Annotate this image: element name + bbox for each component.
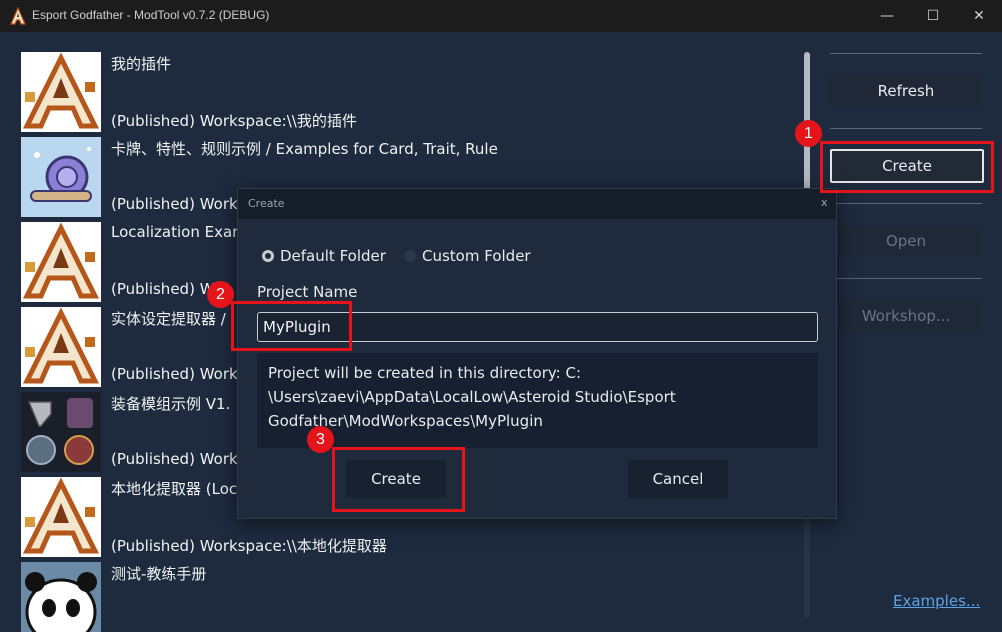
create-dialog: Create x Default Folder Custom Folder Pr… [237,188,837,519]
radio-label: Custom Folder [422,247,531,265]
project-name-label: Project Name [257,283,358,301]
dialog-title: Create [248,197,285,210]
radio-custom-folder[interactable]: Custom Folder [404,247,531,265]
minimize-button[interactable]: — [864,0,910,32]
highlight-box-dialog-create [332,447,465,512]
dialog-cancel-button[interactable]: Cancel [628,460,728,498]
highlight-box-create [820,141,994,193]
item-status: (Published) Work [111,365,238,383]
radio-selected-icon [262,249,274,262]
step-badge-1: 1 [795,120,822,147]
info-line: \Users\zaevi\AppData\LocalLow\Asteroid S… [268,388,676,406]
a-logo-thumbnail [21,52,101,132]
window-title: Esport Godfather - ModTool v0.7.2 (DEBUG… [32,8,270,22]
item-status: (Published) W [111,280,215,298]
item-status: (Published) Work [111,450,238,468]
item-name: 测试-教练手册 [111,565,207,583]
workshop-button[interactable]: Workshop... [830,301,982,331]
examples-link[interactable]: Examples... [893,592,980,610]
app-logo-icon [10,7,26,25]
item-name: Localization Exar [111,223,239,241]
maximize-button[interactable]: ☐ [910,0,956,32]
step-badge-2: 2 [207,281,234,308]
radio-unselected-icon [404,249,416,262]
info-line: Godfather\ModWorkspaces\MyPlugin [268,412,543,430]
separator [830,278,982,279]
snail-thumbnail [21,137,101,217]
step-badge-3: 3 [307,426,334,453]
refresh-button[interactable]: Refresh [830,76,982,106]
separator [830,128,982,129]
radio-default-folder[interactable]: Default Folder [262,247,386,265]
item-name: 卡牌、特性、规则示例 / Examples for Card, Trait, R… [111,140,498,158]
radio-label: Default Folder [280,247,386,265]
equipment-thumbnail [21,392,101,472]
open-button[interactable]: Open [830,226,982,256]
item-status: (Published) Work [111,195,238,213]
a-logo-thumbnail [21,477,101,557]
title-bar: Esport Godfather - ModTool v0.7.2 (DEBUG… [0,0,1002,32]
item-name: 装备模组示例 V1. [111,395,231,413]
item-name: 实体设定提取器 / [111,310,226,328]
close-window-button[interactable]: ✕ [956,0,1002,32]
dialog-close-icon[interactable]: x [821,196,828,209]
item-name: 本地化提取器 (Loc [111,480,238,498]
directory-info: Project will be created in this director… [257,353,818,448]
separator [830,203,982,204]
a-logo-thumbnail [21,222,101,302]
info-line: Project will be created in this director… [268,364,581,382]
a-logo-thumbnail [21,307,101,387]
item-status: (Published) Workspace:\\本地化提取器 [111,537,387,555]
separator [830,53,982,54]
item-name: 我的插件 [111,55,172,73]
item-status: (Published) Workspace:\\我的插件 [111,112,357,130]
dialog-title-bar: Create x [238,189,836,219]
highlight-box-project-name [231,301,352,351]
panda-thumbnail [21,562,101,632]
